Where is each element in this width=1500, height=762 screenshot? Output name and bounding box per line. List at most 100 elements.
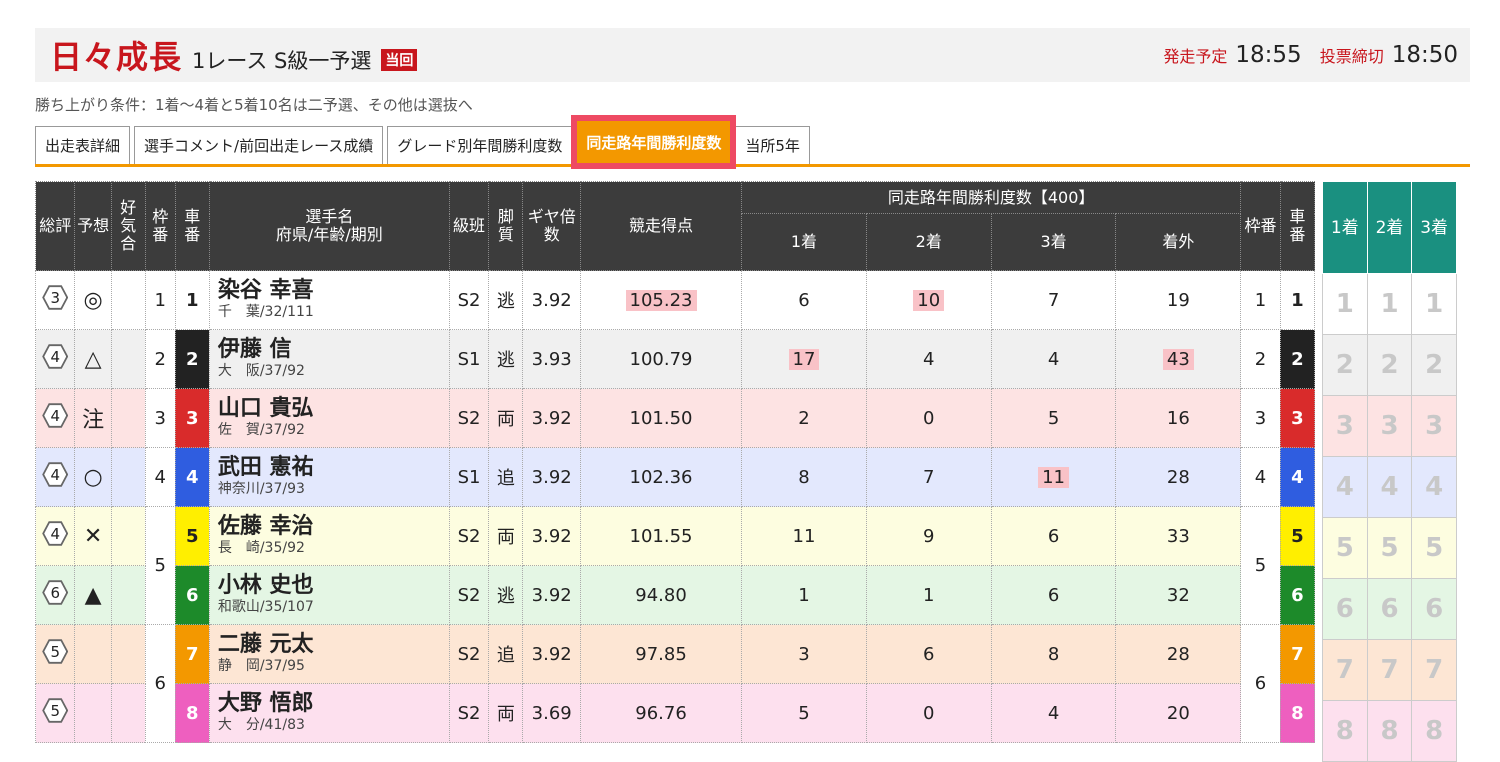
tab-grade-wins[interactable]: グレード別年間勝利度数 — [387, 126, 573, 164]
rider-name[interactable]: 佐藤 幸治 — [218, 515, 449, 539]
table-row: 6 ▲ 6 小林 史也 和歌山/35/107 S2 逃 3.92 94.80 1 1 6 32 6 — [34, 565, 1316, 625]
bet-third-checkbox[interactable]: 8 — [1411, 700, 1457, 762]
bet-third-checkbox[interactable]: 4 — [1411, 456, 1457, 518]
third-count: 4 — [990, 683, 1117, 743]
rider-profile: 大 分/41/83 — [217, 717, 305, 733]
race-score: 101.55 — [579, 506, 743, 566]
rider-cell[interactable]: 小林 史也 和歌山/35/107 — [208, 565, 450, 625]
race-score: 94.80 — [579, 565, 743, 625]
bet-third-checkbox[interactable]: 2 — [1411, 334, 1457, 396]
rider-name[interactable]: 山口 貴弘 — [218, 397, 449, 421]
bet-first-checkbox[interactable]: 2 — [1322, 334, 1368, 396]
advance-condition: 勝ち上がり条件：1着〜4着と5着10名は二予選、その他は選抜へ — [35, 96, 473, 114]
col-bet-second: 2着 — [1366, 181, 1413, 274]
bet-second-checkbox[interactable]: 3 — [1366, 395, 1413, 457]
rider-name[interactable]: 小林 史也 — [218, 574, 449, 598]
col-out: 着外 — [1115, 213, 1242, 271]
third-count: 7 — [990, 270, 1117, 330]
bet-third-checkbox[interactable]: 6 — [1411, 578, 1457, 640]
tab-comments[interactable]: 選手コメント/前回出走レース成績 — [134, 126, 384, 164]
rider-style: 逃 — [488, 270, 524, 330]
bet-second-checkbox[interactable]: 8 — [1366, 700, 1413, 762]
bet-first-checkbox[interactable]: 5 — [1322, 517, 1368, 579]
gear-ratio: 3.92 — [522, 624, 581, 684]
bet-third-checkbox[interactable]: 7 — [1411, 639, 1457, 701]
table-row: 4 ✕ 5 5 佐藤 幸治長 崎/35/92 S2 両 3.92 101.55 11 9 6 33 5 5 — [34, 506, 1316, 625]
out-count: 32 — [1115, 565, 1242, 625]
bet-third-checkbox[interactable]: 5 — [1411, 517, 1457, 579]
col-bet-third: 3着 — [1411, 181, 1457, 274]
rider-style: 両 — [488, 506, 524, 566]
bet-row: 888 — [1322, 700, 1457, 762]
bet-second-checkbox[interactable]: 1 — [1366, 273, 1413, 335]
bet-first-checkbox[interactable]: 7 — [1322, 639, 1368, 701]
gear-ratio: 3.92 — [522, 565, 581, 625]
spirit-cell — [110, 270, 146, 330]
rider-name[interactable]: 武田 憲祐 — [218, 456, 449, 480]
bet-row: 555 — [1322, 517, 1457, 579]
bet-row: 666 — [1322, 578, 1457, 640]
first-count: 1 — [741, 565, 867, 625]
rider-name[interactable]: 二藤 元太 — [218, 633, 449, 657]
bet-first-checkbox[interactable]: 1 — [1322, 273, 1368, 335]
third-count: 4 — [990, 329, 1117, 389]
bet-second-checkbox[interactable]: 4 — [1366, 456, 1413, 518]
first-count: 8 — [741, 447, 867, 507]
tab-entry-detail[interactable]: 出走表詳細 — [35, 126, 131, 164]
rider-cell[interactable]: 大野 悟郎大 分/41/83 — [208, 683, 450, 743]
tab-track-wins[interactable]: 同走路年間勝利度数 — [571, 115, 737, 169]
col-style: 脚質 — [488, 181, 524, 271]
rider-cell[interactable]: 佐藤 幸治長 崎/35/92 — [208, 506, 450, 566]
third-count: 11 — [990, 447, 1117, 507]
table-row: 4 △ 2 2 伊藤 信大 阪/37/92 S1 逃 3.93 100.79 17 4 4 43 2 2 — [34, 329, 1316, 389]
rider-profile: 千 葉/32/111 — [217, 304, 314, 320]
race-score: 105.23 — [579, 270, 743, 330]
car-number-right: 2 — [1279, 329, 1316, 389]
race-score: 101.50 — [579, 388, 743, 448]
bet-row: 777 — [1322, 639, 1457, 701]
rider-name[interactable]: 染谷 幸喜 — [218, 279, 449, 303]
rider-cell[interactable]: 山口 貴弘佐 賀/37/92 — [208, 388, 450, 448]
tab-5years[interactable]: 当所5年 — [735, 126, 810, 164]
bet-first-checkbox[interactable]: 8 — [1322, 700, 1368, 762]
car-number: 1 — [174, 270, 210, 330]
race-header: 日々成長 1レース S級一予選 当回 発走予定 18:55 投票締切 18:50 — [35, 28, 1470, 82]
bet-first-checkbox[interactable]: 4 — [1322, 456, 1368, 518]
rider-name[interactable]: 伊藤 信 — [218, 338, 449, 362]
rider-profile: 佐 賀/37/92 — [217, 422, 305, 438]
rider-cell[interactable]: 二藤 元太静 岡/37/95 — [208, 624, 450, 684]
frame-number: 4 — [144, 447, 176, 507]
third-count: 6 — [990, 506, 1117, 566]
bet-second-checkbox[interactable]: 2 — [1366, 334, 1413, 396]
col-frame: 枠番 — [144, 181, 176, 271]
frame-number-right: 5 — [1240, 506, 1281, 625]
table-row: 4 ○ 4 4 武田 憲祐 神奈川/37/93 S1 追 3.92 102.36 8 7 11 28 4 4 — [34, 447, 1316, 507]
rider-cell[interactable]: 伊藤 信大 阪/37/92 — [208, 329, 450, 389]
bet-first-checkbox[interactable]: 3 — [1322, 395, 1368, 457]
bet-second-checkbox[interactable]: 6 — [1366, 578, 1413, 640]
second-count: 9 — [865, 506, 992, 566]
race-score: 102.36 — [579, 447, 743, 507]
race-score: 97.85 — [579, 624, 743, 684]
car-number-right: 8 — [1279, 683, 1316, 743]
rider-class: S1 — [448, 329, 490, 389]
third-count: 8 — [990, 624, 1117, 684]
bet-third-checkbox[interactable]: 3 — [1411, 395, 1457, 457]
rider-name[interactable]: 大野 悟郎 — [218, 692, 449, 716]
car-number-right: 5 — [1279, 506, 1316, 566]
rider-cell[interactable]: 染谷 幸喜千 葉/32/111 — [208, 270, 450, 330]
car-number-right: 3 — [1279, 388, 1316, 448]
rider-cell[interactable]: 武田 憲祐 神奈川/37/93 — [208, 447, 450, 507]
bet-first-checkbox[interactable]: 6 — [1322, 578, 1368, 640]
car-number-right: 7 — [1279, 624, 1316, 684]
out-count: 43 — [1115, 329, 1242, 389]
bet-second-checkbox[interactable]: 5 — [1366, 517, 1413, 579]
overall-rank: 5 — [34, 624, 76, 684]
bet-third-checkbox[interactable]: 1 — [1411, 273, 1457, 335]
spirit-cell — [110, 447, 146, 507]
bet-second-checkbox[interactable]: 7 — [1366, 639, 1413, 701]
race-score: 100.79 — [579, 329, 743, 389]
car-number: 3 — [174, 388, 210, 448]
col-frame-right: 枠番 — [1240, 181, 1281, 271]
frame-number-right: 4 — [1240, 447, 1281, 507]
